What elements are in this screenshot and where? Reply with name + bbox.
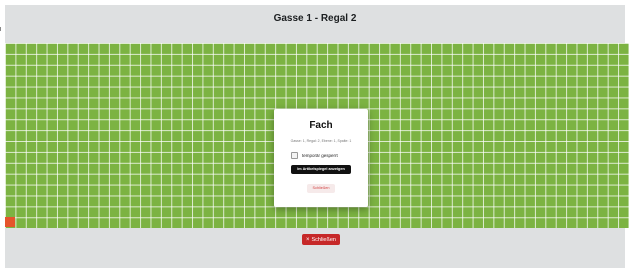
- close-button[interactable]: × Schließen: [302, 234, 340, 245]
- close-icon: ×: [306, 236, 310, 243]
- temporary-lock-row[interactable]: temporär gesperrt: [291, 151, 338, 159]
- edge-marker: [0, 27, 1, 31]
- shelf-location-text: Gasse: 1, Regal: 2, Ebene: 1, Spalte: 1: [290, 139, 352, 143]
- modal-title: Fach: [309, 120, 333, 131]
- close-button-label: Schließen: [311, 236, 336, 243]
- page-title: Gasse 1 - Regal 2: [273, 13, 357, 24]
- temporary-lock-label: temporär gesperrt: [302, 152, 338, 158]
- shelf-detail-modal: Fach Gasse: 1, Regal: 2, Ebene: 1, Spalt…: [274, 109, 368, 207]
- selected-shelf-cell[interactable]: [5, 217, 15, 227]
- modal-close-button[interactable]: Schließen: [307, 184, 335, 193]
- temporary-lock-checkbox[interactable]: [291, 151, 298, 159]
- show-in-article-mirror-button[interactable]: Im Artikelspiegel anzeigen: [291, 165, 351, 174]
